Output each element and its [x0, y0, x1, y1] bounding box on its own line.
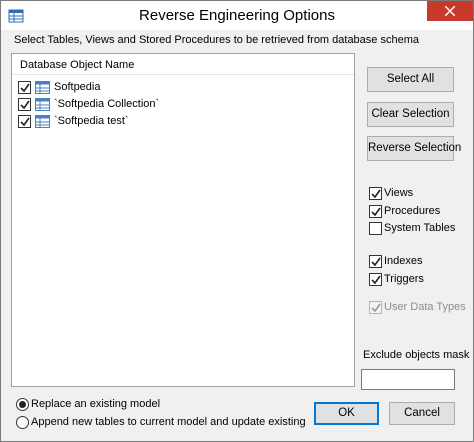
- window-title: Reverse Engineering Options: [139, 7, 335, 24]
- procedures-option[interactable]: Procedures: [369, 204, 469, 219]
- user-data-types-label: User Data Types: [384, 301, 466, 313]
- title-bar: Reverse Engineering Options: [1, 1, 473, 30]
- checkmark-icon: [20, 100, 30, 110]
- column-header-label: Database Object Name: [20, 59, 135, 71]
- replace-model-label: Replace an existing model: [31, 398, 161, 410]
- select-all-button[interactable]: Select All: [367, 67, 454, 92]
- dialog-window: Reverse Engineering Options Select Table…: [0, 0, 474, 442]
- checkmark-icon: [20, 117, 30, 127]
- list-item[interactable]: `Softpedia test`: [18, 113, 338, 130]
- system-tables-option[interactable]: System Tables: [369, 221, 469, 236]
- checkmark-icon: [371, 257, 381, 267]
- user-data-types-checkbox: [369, 301, 382, 314]
- checkmark-icon: [371, 207, 381, 217]
- list-item-label: `Softpedia Collection`: [54, 98, 160, 110]
- list-item-label: Softpedia: [54, 81, 101, 93]
- list-item[interactable]: Softpedia: [18, 79, 338, 96]
- reverse-selection-button[interactable]: Reverse Selection: [367, 136, 461, 161]
- instruction-text: Select Tables, Views and Stored Procedur…: [14, 34, 419, 46]
- append-tables-radio[interactable]: [16, 416, 29, 429]
- checkmark-icon: [371, 189, 381, 199]
- radio-dot: [19, 401, 26, 408]
- replace-model-radio[interactable]: [16, 398, 29, 411]
- table-icon: [35, 115, 50, 128]
- column-header[interactable]: Database Object Name: [12, 54, 354, 75]
- exclude-mask-input[interactable]: [361, 369, 455, 390]
- list-item-checkbox[interactable]: [18, 81, 31, 94]
- close-button[interactable]: [427, 1, 473, 21]
- close-icon: [445, 6, 455, 16]
- views-label: Views: [384, 187, 414, 199]
- system-tables-label: System Tables: [384, 222, 456, 234]
- procedures-checkbox[interactable]: [369, 205, 382, 218]
- table-icon: [35, 81, 50, 94]
- triggers-label: Triggers: [384, 273, 424, 285]
- triggers-option[interactable]: Triggers: [369, 272, 469, 287]
- clear-selection-button[interactable]: Clear Selection: [367, 102, 454, 127]
- indexes-label: Indexes: [384, 255, 423, 267]
- append-tables-label: Append new tables to current model and u…: [31, 416, 306, 428]
- list-item[interactable]: `Softpedia Collection`: [18, 96, 338, 113]
- list-item-label: `Softpedia test`: [54, 115, 129, 127]
- system-tables-checkbox[interactable]: [369, 222, 382, 235]
- checkmark-icon: [20, 83, 30, 93]
- views-option[interactable]: Views: [369, 186, 469, 201]
- triggers-checkbox[interactable]: [369, 273, 382, 286]
- cancel-button[interactable]: Cancel: [389, 402, 455, 425]
- user-data-types-option: User Data Types: [369, 300, 469, 315]
- procedures-label: Procedures: [384, 205, 441, 217]
- list-item-checkbox[interactable]: [18, 115, 31, 128]
- table-icon: [35, 98, 50, 111]
- ok-button[interactable]: OK: [314, 402, 379, 425]
- list-item-checkbox[interactable]: [18, 98, 31, 111]
- checkmark-icon: [371, 303, 381, 313]
- checkmark-icon: [371, 275, 381, 285]
- indexes-checkbox[interactable]: [369, 255, 382, 268]
- exclude-mask-label: Exclude objects mask: [363, 349, 470, 361]
- views-checkbox[interactable]: [369, 187, 382, 200]
- object-list[interactable]: Database Object Name Softpedia `Softpedi…: [11, 53, 355, 387]
- indexes-option[interactable]: Indexes: [369, 254, 469, 269]
